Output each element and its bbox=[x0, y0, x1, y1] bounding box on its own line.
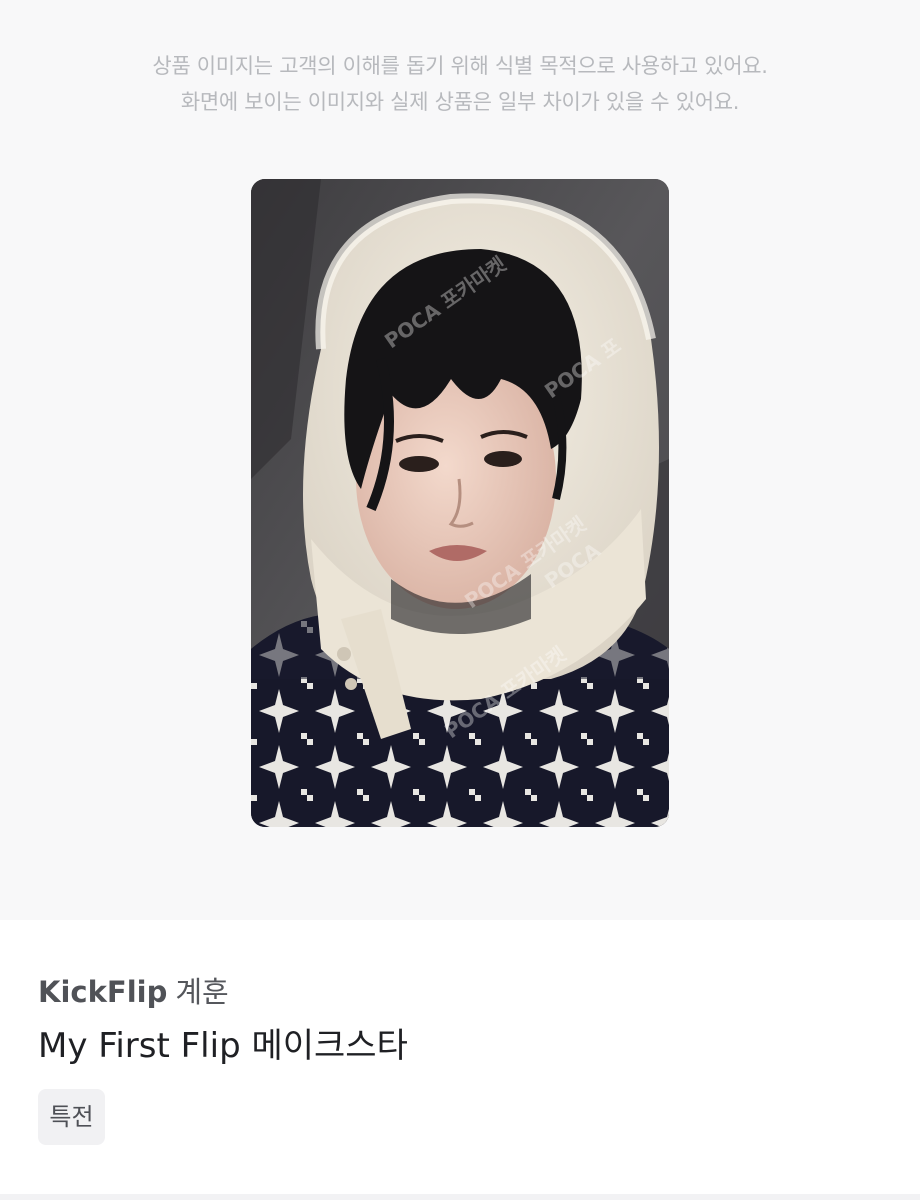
product-info: KickFlip 계훈 My First Flip 메이크스타 특전 bbox=[0, 920, 920, 1200]
product-image-area: 상품 이미지는 고객의 이해를 돕기 위해 식별 목적으로 사용하고 있어요. … bbox=[0, 0, 920, 920]
section-divider bbox=[0, 1194, 920, 1200]
group-name[interactable]: KickFlip bbox=[38, 975, 167, 1009]
image-notice-line-2: 화면에 보이는 이미지와 실제 상품은 일부 차이가 있을 수 있어요. bbox=[180, 90, 740, 114]
member-name[interactable]: 계훈 bbox=[175, 975, 228, 1009]
photocard-image[interactable]: POCA 포카마켓 POCA 포 POCA 포카마켓 POCA POCA 포카마… bbox=[251, 179, 669, 827]
artist-line: KickFlip 계훈 bbox=[38, 972, 229, 1012]
album-title: My First Flip 메이크스타 bbox=[38, 1026, 408, 1066]
photocard-illustration: POCA 포카마켓 POCA 포 POCA 포카마켓 POCA POCA 포카마… bbox=[251, 179, 669, 827]
tag-chip[interactable]: 특전 bbox=[38, 1089, 105, 1145]
image-notice-line-1: 상품 이미지는 고객의 이해를 돕기 위해 식별 목적으로 사용하고 있어요. bbox=[152, 54, 768, 78]
image-notice: 상품 이미지는 고객의 이해를 돕기 위해 식별 목적으로 사용하고 있어요. … bbox=[0, 48, 920, 120]
